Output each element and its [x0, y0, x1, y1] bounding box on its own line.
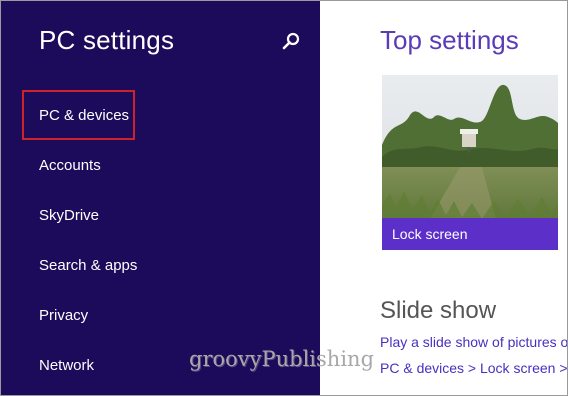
sidebar-item-skydrive[interactable]: SkyDrive: [39, 207, 99, 224]
window: PC settings PC & devices Accounts SkyDri…: [0, 0, 568, 396]
tile-label-bar: Lock screen: [382, 218, 558, 250]
search-icon: [282, 32, 300, 50]
slideshow-heading: Slide show: [380, 297, 497, 324]
watermark: groovyPublishing: [189, 347, 375, 371]
main-content: Top settings Lock screen Slide show Play…: [320, 1, 567, 395]
sidebar-item-privacy[interactable]: Privacy: [39, 307, 88, 324]
sidebar-item-accounts[interactable]: Accounts: [39, 157, 101, 174]
tile-label: Lock screen: [392, 226, 468, 242]
section-title: Top settings: [380, 25, 519, 55]
sidebar-item-pc-devices[interactable]: PC & devices: [39, 107, 129, 124]
sidebar-item-search-apps[interactable]: Search & apps: [39, 257, 137, 274]
lock-screen-tile[interactable]: Lock screen: [382, 75, 558, 250]
slideshow-description-link[interactable]: Play a slide show of pictures o: [380, 334, 567, 350]
page-title: PC settings: [39, 25, 175, 55]
sidebar-item-network[interactable]: Network: [39, 357, 94, 374]
sidebar: PC settings PC & devices Accounts SkyDri…: [1, 1, 320, 395]
search-button[interactable]: [281, 31, 303, 53]
slideshow-path-link[interactable]: PC & devices > Lock screen >: [380, 360, 567, 376]
